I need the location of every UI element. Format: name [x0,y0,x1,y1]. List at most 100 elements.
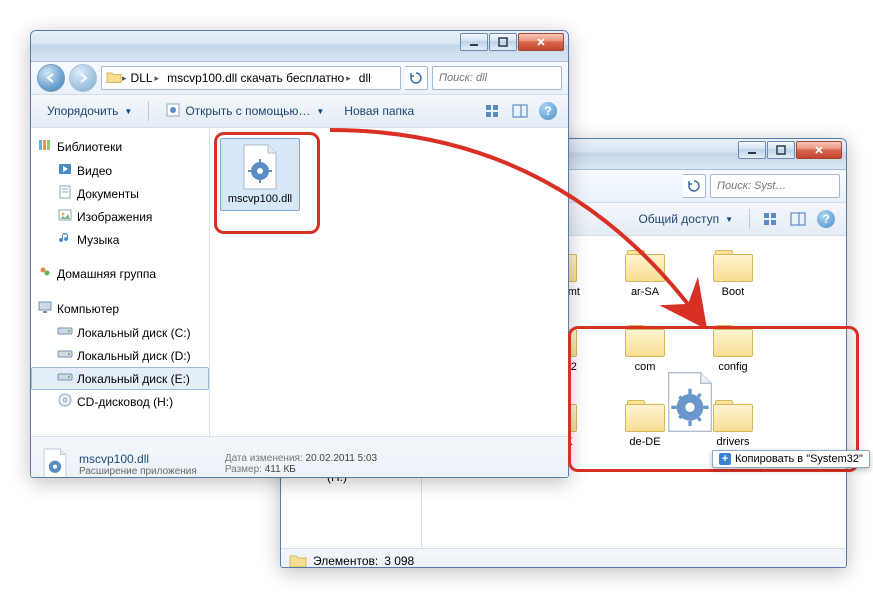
details-pane: mscvp100.dll Расширение приложения Дата … [31,436,568,478]
nav-item-music[interactable]: Музыка [31,228,209,251]
folder-icon [711,248,755,284]
folder-item[interactable]: config [696,321,770,376]
preview-pane-button[interactable] [508,99,532,123]
folder-label: config [718,361,747,374]
view-small-icon[interactable] [758,207,782,231]
nav-group-libraries[interactable]: Библиотеки [31,134,209,159]
dll-file-icon [39,448,71,478]
nav-label: Документы [77,187,139,201]
folder-icon [623,323,667,359]
folder-icon [623,398,667,434]
drag-tip-target: "System32" [806,453,863,465]
view-icons-button[interactable] [480,99,504,123]
bc-label: mscvp100.dll скачать бесплатно [167,71,344,85]
details-type: Расширение приложения [79,466,197,477]
details-size: 411 КБ [265,464,296,475]
computer-icon [37,299,53,318]
share-button[interactable]: Общий доступ▼ [630,209,741,229]
open-with-label: Открыть с помощью… [185,104,310,118]
toolbar: Упорядочить▼ Открыть с помощью…▼ Новая п… [31,95,568,128]
nav-label: Локальный диск (D:) [77,349,191,363]
folder-label: de-DE [629,436,660,449]
folder-label: Boot [722,286,745,299]
nav-item-video[interactable]: Видео [31,159,209,182]
plus-icon: + [719,453,731,465]
folder-item[interactable]: ar-SA [608,246,682,301]
app-icon [165,102,181,121]
pictures-icon [57,207,73,226]
breadcrumb[interactable]: ▸ DLL▸ mscvp100.dll скачать бесплатно▸ d… [101,66,401,90]
file-item-dll[interactable]: mscvp100.dll [220,138,300,211]
bc-label: dll [359,71,371,85]
titlebar [31,31,568,62]
nav-item-pictures[interactable]: Изображения [31,205,209,228]
libraries-icon [37,137,53,156]
new-folder-label: Новая папка [344,104,414,118]
nav-pane: Библиотеки Видео Документы Изображения М… [31,128,210,436]
breadcrumb-seg[interactable]: mscvp100.dll скачать бесплатно▸ [163,71,355,85]
new-folder-button[interactable]: Новая папка [336,101,422,121]
nav-item-disk-c[interactable]: Локальный диск (C:) [31,321,209,344]
folder-icon [623,248,667,284]
help-button[interactable]: ? [536,99,560,123]
breadcrumb-seg[interactable]: dll [355,71,375,85]
folder-label: drivers [716,436,749,449]
file-label: mscvp100.dll [228,193,292,206]
music-icon [57,230,73,249]
search-box[interactable] [710,174,840,198]
nav-group-computer[interactable]: Компьютер [31,296,209,321]
folder-item[interactable]: drivers [696,396,770,451]
close-button[interactable] [518,33,564,51]
nav-label: Домашняя группа [57,267,156,281]
refresh-button[interactable] [405,66,428,90]
forward-button[interactable] [69,64,97,92]
details-filename: mscvp100.dll [79,452,197,466]
refresh-button[interactable] [683,174,706,198]
search-input[interactable] [437,71,569,85]
nav-label: Локальный диск (C:) [77,326,191,340]
status-count-label: Элементов: [313,554,378,568]
preview-pane-icon[interactable] [786,207,810,231]
status-count: 3 098 [384,554,414,568]
maximize-button[interactable] [489,33,517,51]
video-icon [57,161,73,180]
folder-icon [289,553,307,568]
organize-button[interactable]: Упорядочить▼ [39,101,140,121]
search-input[interactable] [715,179,847,193]
explorer-window-dll: ▸ DLL▸ mscvp100.dll скачать бесплатно▸ d… [30,30,569,478]
nav-item-disk-d[interactable]: Локальный диск (D:) [31,344,209,367]
documents-icon [57,184,73,203]
back-button[interactable] [37,64,65,92]
nav-item-disk-e[interactable]: Локальный диск (E:) [31,367,209,390]
folder-icon [711,323,755,359]
dll-file-icon [236,143,284,191]
breadcrumb-seg[interactable]: DLL▸ [127,71,164,85]
nav-label: Библиотеки [57,140,122,154]
organize-label: Упорядочить [47,104,118,118]
folder-icon [711,398,755,434]
help-button[interactable]: ? [814,207,838,231]
details-date-label: Дата изменения: [225,453,303,464]
minimize-button[interactable] [738,141,766,159]
nav-item-cd-h[interactable]: CD-дисковод (H:) [31,390,209,413]
folder-item[interactable]: de-DE [608,396,682,451]
open-with-button[interactable]: Открыть с помощью…▼ [157,99,332,124]
folder-label: ar-SA [631,286,659,299]
details-size-label: Размер: [225,464,262,475]
homegroup-icon [37,264,53,283]
minimize-button[interactable] [460,33,488,51]
folder-item[interactable]: com [608,321,682,376]
close-button[interactable] [796,141,842,159]
nav-item-documents[interactable]: Документы [31,182,209,205]
nav-label: Компьютер [57,302,119,316]
nav-label: Видео [77,164,112,178]
nav-label: Музыка [77,233,119,247]
maximize-button[interactable] [767,141,795,159]
nav-group-homegroup[interactable]: Домашняя группа [31,261,209,286]
drive-icon [57,346,73,365]
cd-icon [57,392,73,411]
file-content: mscvp100.dll [210,128,568,436]
search-box[interactable] [432,66,562,90]
details-date: 20.02.2011 5:03 [306,453,378,464]
folder-item[interactable]: Boot [696,246,770,301]
